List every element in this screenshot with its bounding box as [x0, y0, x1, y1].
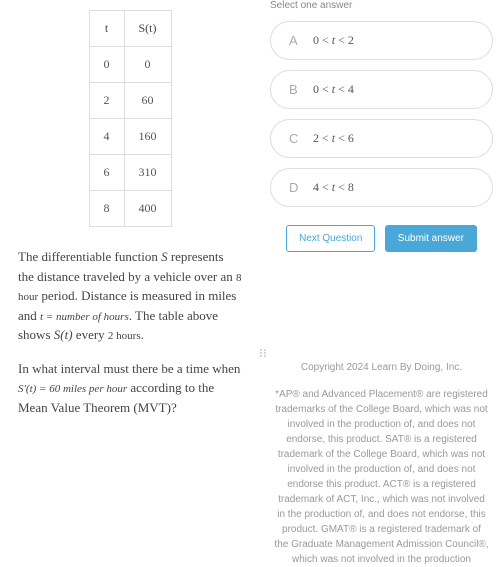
copyright-text: Copyright 2024 Learn By Doing, Inc. [270, 362, 493, 373]
answer-text: 0 < t < 2 [313, 33, 354, 48]
table-row: 2 60 [89, 83, 171, 119]
question-paragraph-2: In what interval must there be a time wh… [18, 359, 242, 418]
cell-s: 0 [124, 47, 171, 83]
answer-option-d[interactable]: D 4 < t < 8 [270, 168, 493, 207]
answer-letter: A [289, 33, 313, 48]
answer-letter: C [289, 131, 313, 146]
submit-answer-button[interactable]: Submit answer [385, 225, 477, 252]
cell-t: 0 [89, 47, 124, 83]
question-paragraph-1: The differentiable function S represents… [18, 247, 242, 345]
action-buttons: Next Question Submit answer [270, 225, 493, 252]
next-question-button[interactable]: Next Question [286, 225, 375, 252]
cell-s: 60 [124, 83, 171, 119]
answer-text: 4 < t < 8 [313, 180, 354, 195]
answer-text: 2 < t < 6 [313, 131, 354, 146]
table-row: 8 400 [89, 191, 171, 227]
disclaimer-text: *AP® and Advanced Placement® are registe… [270, 387, 493, 567]
answer-text: 0 < t < 4 [313, 82, 354, 97]
cell-t: 4 [89, 119, 124, 155]
answer-panel: Select one answer A 0 < t < 2 B 0 < t < … [260, 0, 503, 507]
cell-s: 310 [124, 155, 171, 191]
table-row: 0 0 [89, 47, 171, 83]
cell-s: 400 [124, 191, 171, 227]
resize-handle-icon[interactable] [258, 348, 268, 358]
answer-letter: D [289, 180, 313, 195]
question-panel: t S(t) 0 0 2 60 4 160 6 [0, 0, 260, 507]
cell-t: 8 [89, 191, 124, 227]
table-header-st: S(t) [124, 11, 171, 47]
table-header-t: t [89, 11, 124, 47]
answer-option-a[interactable]: A 0 < t < 2 [270, 21, 493, 60]
cell-t: 2 [89, 83, 124, 119]
data-table: t S(t) 0 0 2 60 4 160 6 [89, 10, 172, 227]
table-row: 6 310 [89, 155, 171, 191]
answer-option-b[interactable]: B 0 < t < 4 [270, 70, 493, 109]
table-row: 4 160 [89, 119, 171, 155]
cell-s: 160 [124, 119, 171, 155]
select-prompt: Select one answer [270, 0, 493, 11]
cell-t: 6 [89, 155, 124, 191]
answer-letter: B [289, 82, 313, 97]
answer-option-c[interactable]: C 2 < t < 6 [270, 119, 493, 158]
